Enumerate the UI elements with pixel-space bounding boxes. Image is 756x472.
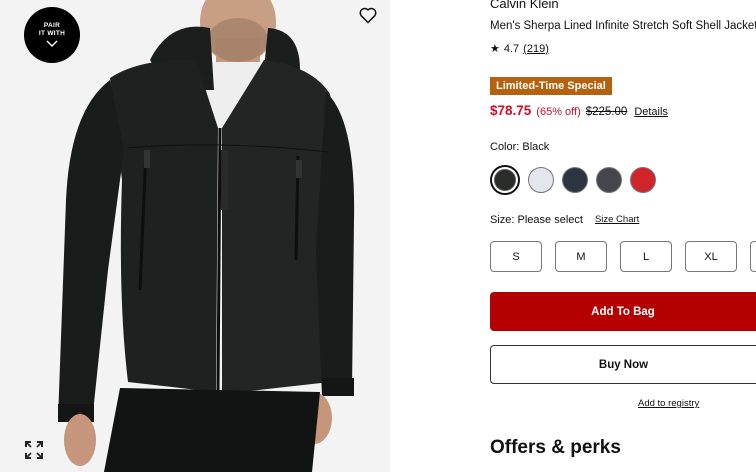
size-option-xl[interactable]: XL <box>685 241 737 272</box>
rating-value: 4.7 <box>503 42 520 55</box>
buy-now-button[interactable]: Buy Now <box>490 345 756 384</box>
size-option-m[interactable]: M <box>555 241 607 272</box>
chevron-down-icon <box>46 40 58 47</box>
promo-badge: Limited-Time Special <box>490 77 612 95</box>
star-icon: ★ <box>490 43 500 55</box>
pair-badge-line1: PAIR <box>43 22 61 29</box>
offers-heading: Offers & perks <box>490 437 621 458</box>
add-to-bag-button[interactable]: Add To Bag <box>490 292 756 331</box>
color-swatches <box>490 165 656 195</box>
size-chart-link[interactable]: Size Chart <box>595 214 639 226</box>
swatch-red[interactable] <box>630 167 656 193</box>
size-label: Size: Please select <box>490 214 583 226</box>
brand-name[interactable]: Calvin Klein <box>490 0 559 11</box>
original-price: $225.00 <box>585 106 628 118</box>
size-options: S M L XL <box>490 241 756 272</box>
discount-percent: (65% off) <box>536 106 581 118</box>
expand-icon[interactable] <box>25 441 43 459</box>
size-row: Size: Please select Size Chart <box>490 214 639 226</box>
swatch-white[interactable] <box>528 167 554 193</box>
heart-icon[interactable] <box>358 5 378 25</box>
pair-badge-line2: IT WITH <box>38 30 66 37</box>
review-count-link[interactable]: (219) <box>523 43 549 55</box>
size-option-l[interactable]: L <box>620 241 672 272</box>
sale-price: $78.75 <box>490 103 532 118</box>
product-image-panel[interactable]: PAIR IT WITH <box>0 0 390 472</box>
swatch-navy[interactable] <box>562 167 588 193</box>
swatch-charcoal[interactable] <box>596 167 622 193</box>
product-title: Men's Sherpa Lined Infinite Stretch Soft… <box>490 20 756 32</box>
rating-summary[interactable]: ★ 4.7 (219) <box>490 42 549 56</box>
size-option-partial[interactable] <box>750 241 756 272</box>
price-details-link[interactable]: Details <box>634 106 668 118</box>
add-to-registry-link[interactable]: Add to registry <box>490 398 756 409</box>
color-label: Color: Black <box>490 141 550 153</box>
price-row: $78.75 (65% off) $225.00 Details <box>490 103 668 118</box>
product-image <box>0 0 390 472</box>
size-option-s[interactable]: S <box>490 241 542 272</box>
swatch-black[interactable] <box>490 165 520 195</box>
pair-it-with-badge[interactable]: PAIR IT WITH <box>24 7 80 63</box>
